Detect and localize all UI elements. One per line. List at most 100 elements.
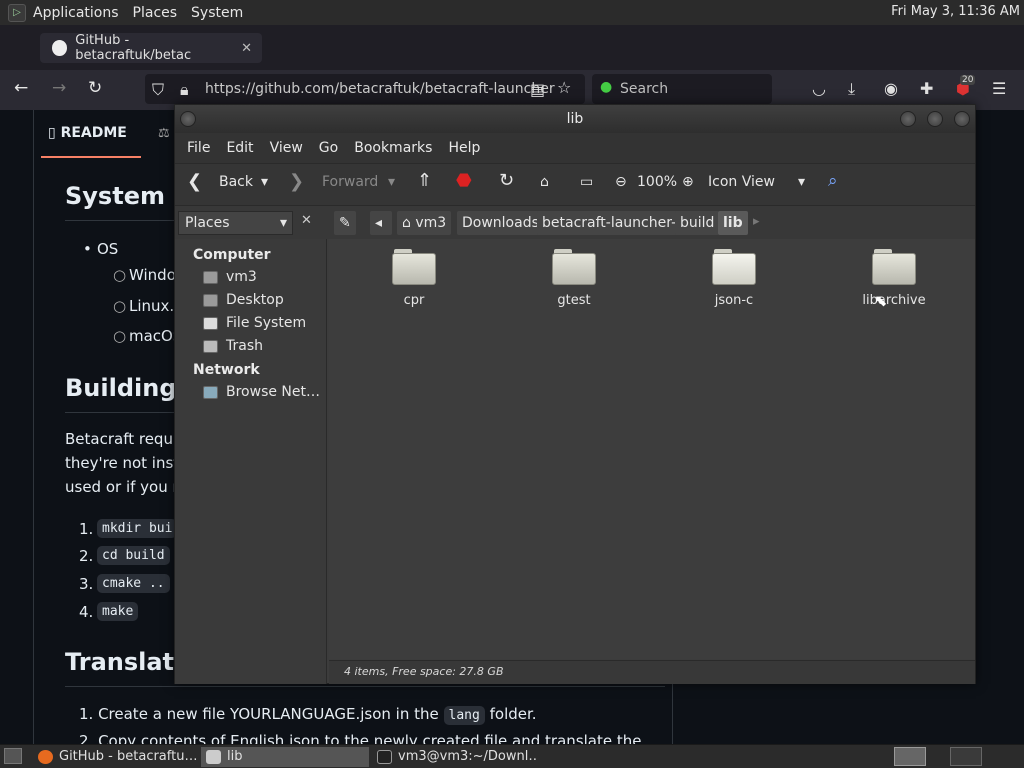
shield-icon[interactable]: ⛉ [152,80,164,100]
close-sidebar-icon[interactable]: ✕ [301,213,312,228]
readme-tab-label: README [60,125,127,141]
back-arrow-icon[interactable]: ❮ [187,171,202,192]
heading-rule [65,686,665,687]
translation-step-1-end: folder. [489,705,537,723]
window-menu-icon[interactable] [180,111,196,127]
reload-icon[interactable]: ↻ [88,78,102,98]
window-titlebar[interactable]: lib [175,105,975,133]
task-firefox[interactable]: GitHub - betacraftu… [33,747,198,767]
show-desktop-icon[interactable] [4,748,22,764]
lock-icon[interactable]: 🔒︎ [180,80,189,100]
sidebar-item-vm3[interactable]: vm3 [203,269,257,285]
menu-icon[interactable]: ☰ [992,79,1006,98]
reload-icon[interactable]: ↻ [499,170,514,191]
reader-view-icon[interactable]: ▤ [530,80,545,99]
file-view[interactable]: cpr gtest json-c libarchive ⬉ [329,239,975,659]
breadcrumb-betacraft[interactable]: betacraft-launcher-2 [537,211,691,235]
pocket-icon[interactable]: ◡ [812,79,826,98]
translation-step-1: 1. Create a new file YOURLANGUAGE.json i… [79,705,537,725]
applications-menu[interactable]: Applications [26,5,126,21]
account-icon[interactable]: ◉ [884,79,898,98]
sidebar-item-label: Browse Net… [226,384,321,400]
task-label: GitHub - betacraftu… [59,749,198,764]
computer-icon[interactable]: ▭ [580,174,593,190]
mouse-cursor-icon: ⬉ [874,291,888,310]
sidebar-item-browse-network[interactable]: Browse Net… [203,384,320,400]
folder-item[interactable]: json-c [674,249,794,308]
search-bar[interactable]: ● Search [592,74,772,104]
breadcrumb-downloads[interactable]: Downloads [457,211,544,235]
forward-arrow-icon[interactable]: ❯ [289,171,304,192]
menu-bookmarks[interactable]: Bookmarks [346,140,440,156]
menu-edit[interactable]: Edit [218,140,261,156]
folder-label: libarchive [862,293,926,308]
places-menu[interactable]: Places [126,5,185,21]
forward-button[interactable]: Forward [322,174,378,190]
downloads-icon[interactable]: ⤓ [848,79,855,99]
zoom-out-icon[interactable]: ⊖ [615,174,627,190]
bookmark-star-icon[interactable]: ☆ [557,78,571,97]
task-terminal[interactable]: vm3@vm3:~/Downl… [372,747,537,767]
browser-tab[interactable]: GitHub - betacraftuk/betac ✕ [40,33,262,63]
step-code: make [97,602,139,621]
menu-view[interactable]: View [262,140,311,156]
url-bar[interactable]: https://github.com/betacraftuk/betacraft… [145,74,585,104]
step-number: 3. [79,575,94,593]
clock[interactable]: Fri May 3, 11:36 AM [891,4,1020,19]
building-para-line: used or if you n [65,478,183,496]
zoom-in-icon[interactable]: ⊕ [682,174,694,190]
trash-icon [203,339,218,353]
search-placeholder: Search [620,81,669,97]
places-sidebar: Computer vm3 Desktop File System Trash N… [175,239,327,684]
home-icon[interactable]: ⌂ [540,174,549,190]
system-logo-icon[interactable]: ▷ [8,3,26,22]
sidebar-item-trash[interactable]: Trash [203,338,263,354]
menu-file[interactable]: File [179,140,218,156]
maximize-icon[interactable] [927,111,943,127]
stop-icon[interactable]: ⬣ [456,170,472,191]
search-icon[interactable]: ⌕ [828,171,838,191]
folder-label: json-c [714,293,754,308]
breadcrumb-right-icon[interactable]: ▸ [753,214,760,229]
translation-step-2: 2. Copy contents of English.json to the … [79,732,642,744]
step-code: cd build [97,546,170,565]
license-icon[interactable]: ⚖ [158,126,170,141]
back-button[interactable]: Back [219,174,253,190]
building-para-line: they're not insta [65,454,189,472]
zoom-level[interactable]: 100% [637,174,677,190]
back-history-dropdown-icon[interactable]: ▾ [261,174,268,190]
task-lib[interactable]: lib [201,747,369,767]
view-mode-select[interactable]: Icon View [708,174,775,190]
forward-history-dropdown-icon[interactable]: ▾ [388,174,395,190]
sidebar-item-desktop[interactable]: Desktop [203,292,284,308]
back-icon[interactable]: ← [14,78,28,98]
os-linux: Linux. [129,297,175,315]
system-menu[interactable]: System [184,5,250,21]
minimize-icon[interactable] [900,111,916,127]
edit-location-icon[interactable]: ✎ [334,211,356,235]
workspace-switcher-icon[interactable] [894,747,926,766]
sidebar-item-filesystem[interactable]: File System [203,315,306,331]
extensions-icon[interactable]: ✚ [920,79,933,98]
close-window-icon[interactable] [954,111,970,127]
sidebar-type-select[interactable]: Places ▾ [178,211,293,235]
close-tab-icon[interactable]: ✕ [241,41,252,56]
folder-item[interactable]: libarchive [834,249,954,308]
readme-tab[interactable]: ▯ README [48,125,127,141]
view-mode-dropdown-icon[interactable]: ▾ [798,174,805,190]
folder-icon [552,249,596,285]
breadcrumb-left-icon[interactable]: ◂ [370,211,392,235]
task-label: vm3@vm3:~/Downl… [398,749,537,764]
workspace-switcher-icon[interactable] [950,747,982,766]
menu-go[interactable]: Go [311,140,346,156]
folder-icon [392,249,436,285]
folder-icon [712,249,756,285]
folder-item[interactable]: cpr [354,249,474,308]
breadcrumb-vm3[interactable]: ⌂ vm3 [397,211,452,235]
forward-icon[interactable]: → [52,78,66,98]
breadcrumb-build[interactable]: build [675,211,720,235]
up-icon[interactable]: ⇑ [417,170,432,191]
folder-item[interactable]: gtest [514,249,634,308]
breadcrumb-lib[interactable]: lib [718,211,748,235]
menu-help[interactable]: Help [440,140,488,156]
